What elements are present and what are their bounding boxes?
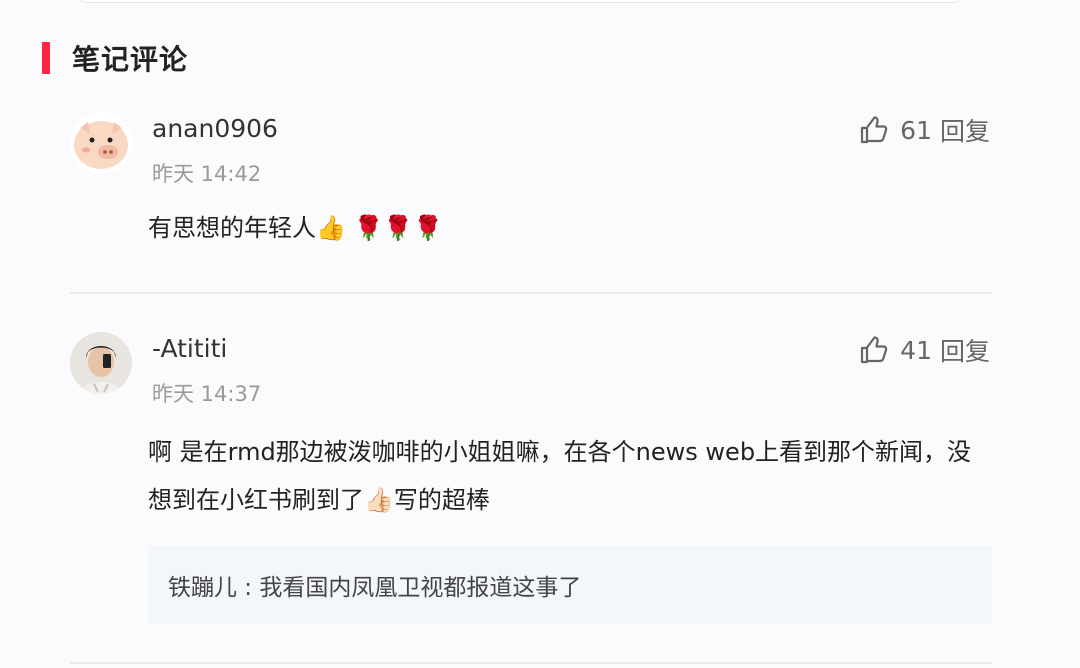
avatar[interactable] [70, 332, 132, 394]
comment-item: -Atititi 昨天 14:37 41 回复 啊 是在rmd那边被泼咖啡的小姐… [70, 332, 992, 668]
user-photo-avatar-icon [70, 332, 132, 394]
thumbs-up-icon[interactable] [858, 334, 890, 366]
sub-reply-separator: : [237, 575, 260, 601]
sub-reply-author[interactable]: 铁蹦儿 [168, 575, 237, 601]
previous-card [70, 0, 970, 3]
thumbs-up-icon[interactable] [858, 114, 890, 146]
like-count: 41 [900, 335, 932, 365]
comments-section-header: 笔记评论 [42, 38, 188, 78]
comment-divider [70, 662, 992, 664]
comment-text: 啊 是在rmd那边被泼咖啡的小姐姐嘛，在各个news web上看到那个新闻，没想… [148, 438, 972, 514]
author-name[interactable]: -Atititi [152, 334, 227, 363]
comment-actions: 41 回复 [858, 332, 990, 368]
reply-button[interactable]: 回复 [940, 332, 990, 368]
comment-time: 昨天 14:42 [152, 162, 262, 186]
reply-button[interactable]: 回复 [940, 112, 990, 148]
sub-reply[interactable]: 铁蹦儿 : 我看国内凤凰卫视都报道这事了 [148, 546, 992, 624]
comment-divider [70, 292, 992, 294]
like-count: 61 [900, 115, 932, 145]
pig-avatar-icon [70, 112, 132, 174]
section-title: 笔记评论 [72, 43, 189, 76]
comment-time: 昨天 14:37 [152, 382, 262, 406]
comment-item: anan0906 昨天 14:42 61 回复 有思想的年轻人👍 🌹🌹🌹 [70, 112, 992, 296]
author-name[interactable]: anan0906 [152, 114, 278, 143]
avatar[interactable] [70, 112, 132, 174]
section-accent-bar [42, 42, 50, 74]
comment-actions: 61 回复 [858, 112, 990, 148]
comment-text: 有思想的年轻人👍 🌹🌹🌹 [148, 214, 444, 242]
sub-reply-text: 我看国内凤凰卫视都报道这事了 [259, 575, 582, 601]
